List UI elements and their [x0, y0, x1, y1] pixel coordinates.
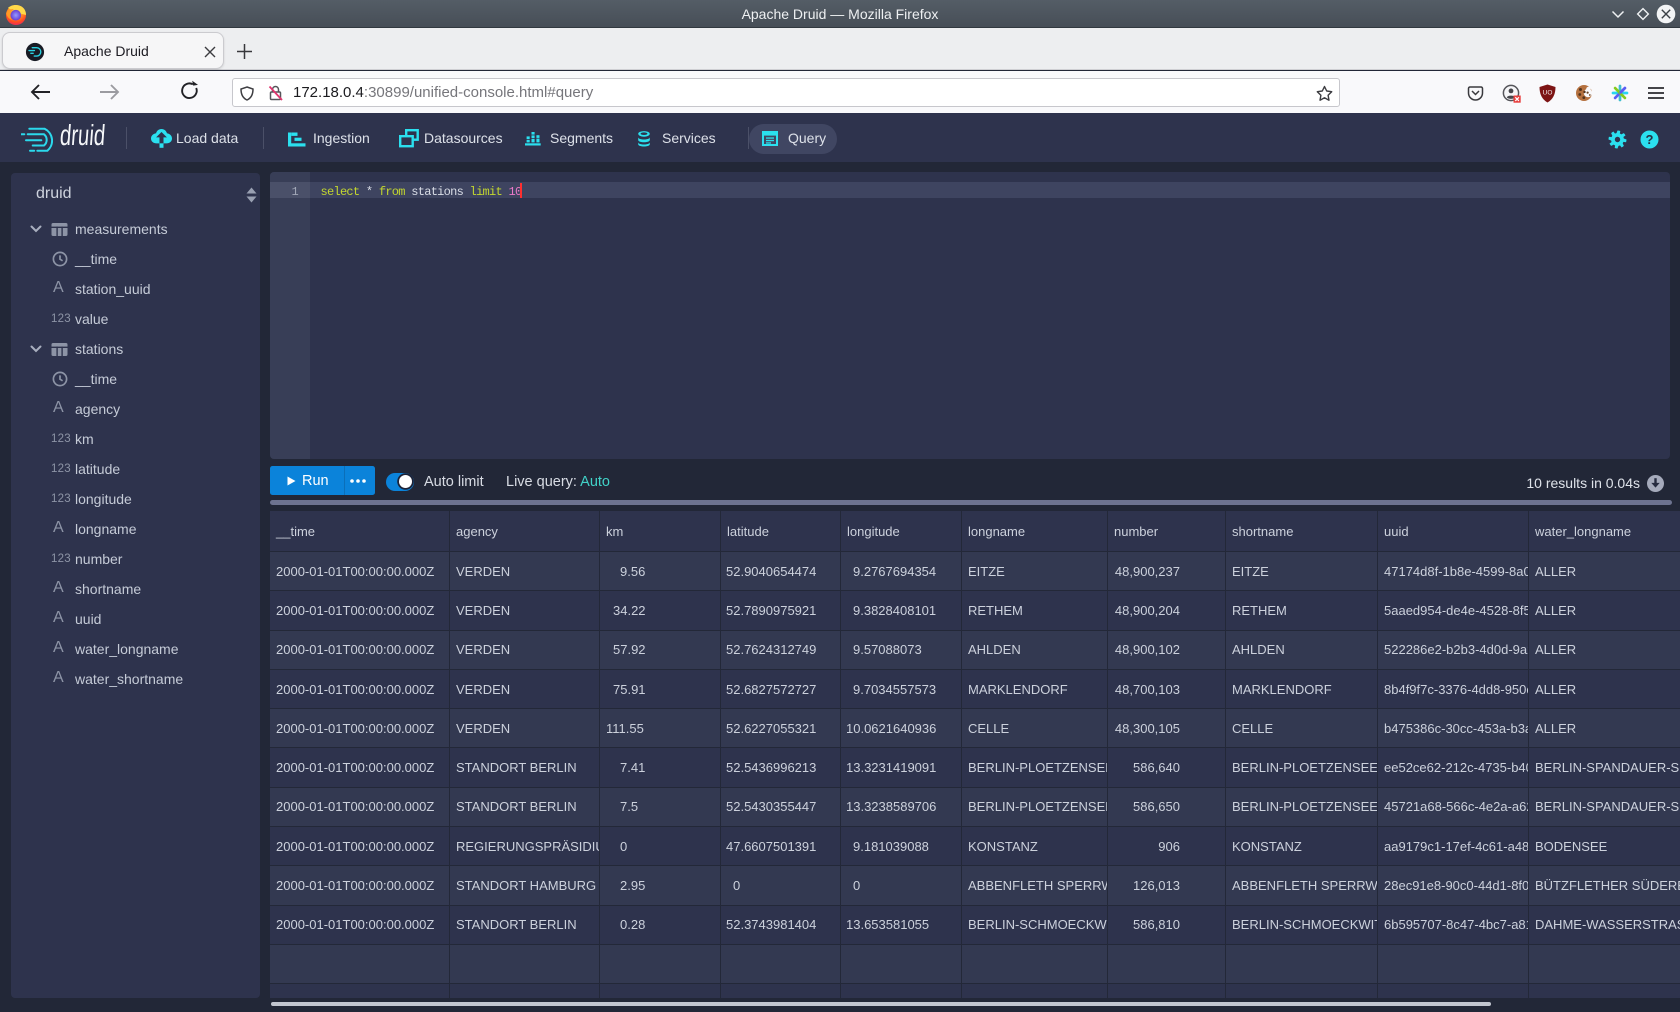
svg-text:UO: UO — [1543, 90, 1553, 97]
svg-text:?: ? — [1646, 132, 1654, 147]
